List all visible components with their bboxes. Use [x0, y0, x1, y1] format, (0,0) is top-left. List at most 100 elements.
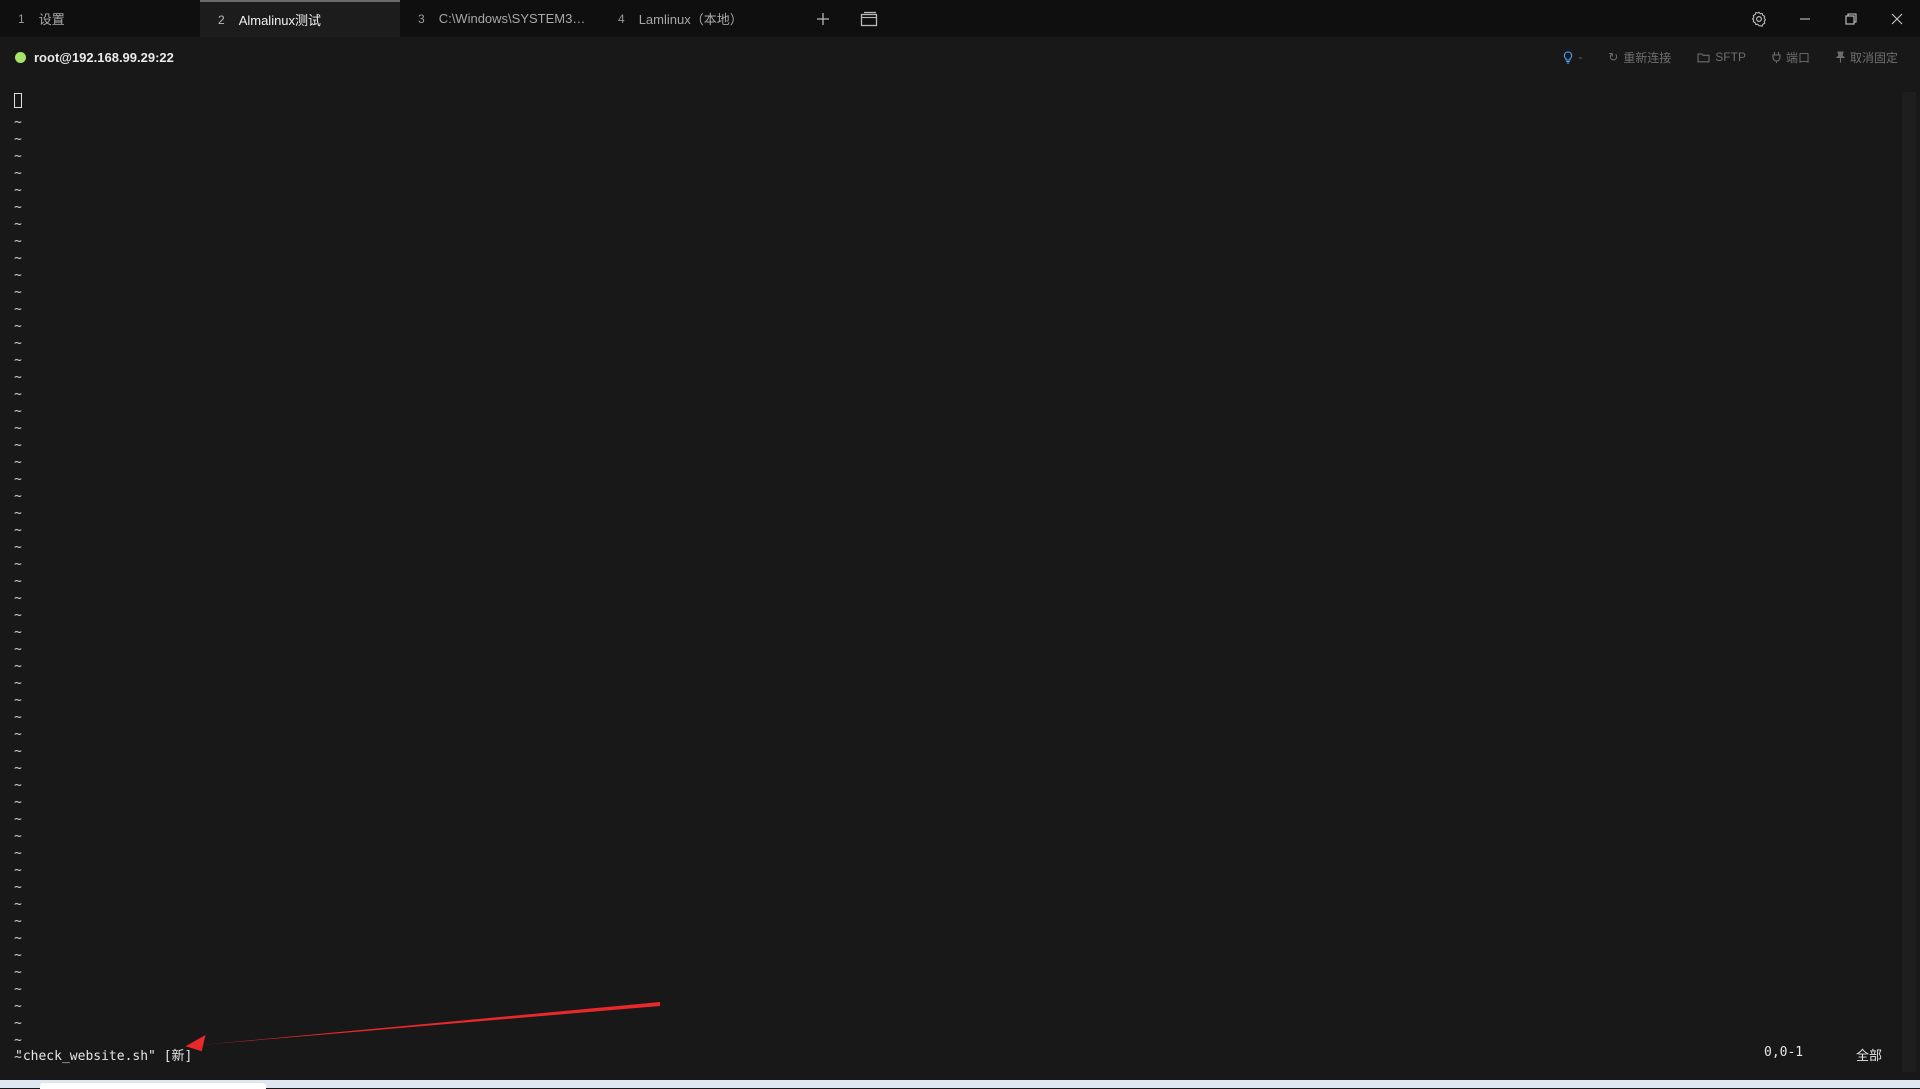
- tab-actions: [808, 0, 884, 37]
- vim-tilde-line: ~: [14, 880, 22, 895]
- vim-tilde-line: ~: [14, 1016, 22, 1031]
- sftp-button[interactable]: SFTP: [1697, 50, 1746, 64]
- window-controls: [1736, 0, 1920, 37]
- vim-tilde-line: ~: [14, 710, 22, 725]
- vim-tilde-line: ~: [14, 472, 22, 487]
- windows-icon[interactable]: [854, 4, 884, 34]
- vim-tilde-line: ~: [14, 965, 22, 980]
- vim-tilde-line: ~: [14, 234, 22, 249]
- vim-tilde-line: ~: [14, 744, 22, 759]
- vim-tilde-line: ~: [14, 574, 22, 589]
- vim-tilde-line: ~: [14, 404, 22, 419]
- reconnect-label: 重新连接: [1623, 50, 1672, 65]
- text-cursor: [14, 93, 22, 108]
- vim-tilde-line: ~: [14, 319, 22, 334]
- vim-tilde-line: ~: [14, 982, 22, 997]
- vim-tilde-line: ~: [14, 166, 22, 181]
- vim-tilde-line: ~: [14, 812, 22, 827]
- vim-tilde-line: ~: [14, 149, 22, 164]
- tab-windows-system32[interactable]: 3 C:\Windows\SYSTEM3…: [400, 0, 600, 37]
- vim-tilde-line: ~: [14, 183, 22, 198]
- taskbar-item[interactable]: [40, 1083, 266, 1089]
- vim-tilde-line: ~: [14, 421, 22, 436]
- tab-number: 1: [18, 11, 25, 26]
- tab-bar: 1 设置 2 Almalinux测试 3 C:\Windows\SYSTEM3……: [0, 0, 1920, 37]
- plug-icon: [1772, 52, 1781, 63]
- refresh-icon: ↻: [1608, 50, 1619, 64]
- tab-lamlinux[interactable]: 4 Lamlinux（本地）: [600, 0, 800, 37]
- tab-number: 4: [618, 11, 625, 26]
- vim-tilde-line: ~: [14, 438, 22, 453]
- plus-icon[interactable]: [808, 4, 838, 34]
- vim-tilde-line: ~: [14, 115, 22, 130]
- vim-tilde-line: ~: [14, 251, 22, 266]
- vim-tilde-line: ~: [14, 455, 22, 470]
- tab-label: 设置: [38, 12, 65, 27]
- session-toolbar: - ↻ 重新连接 SFTP 端口 取消固定: [1563, 37, 1898, 77]
- minimize-icon[interactable]: [1782, 0, 1828, 37]
- vim-tilde-line: ~: [14, 557, 22, 572]
- session-host: root@192.168.99.29:22: [34, 49, 174, 65]
- vim-tilde-line: ~: [14, 795, 22, 810]
- vim-tilde-line: ~: [14, 489, 22, 504]
- vim-tilde-line: ~: [14, 846, 22, 861]
- vim-tilde-line: ~: [14, 336, 22, 351]
- vim-tilde-line: ~: [14, 999, 22, 1014]
- vim-tilde-line: ~: [14, 591, 22, 606]
- vim-tilde-line: ~: [14, 659, 22, 674]
- vim-tilde-line: ~: [14, 353, 22, 368]
- tab-label: C:\Windows\SYSTEM3…: [438, 11, 586, 26]
- folder-icon: [1697, 52, 1710, 62]
- tab-label: Almalinux测试: [238, 13, 322, 28]
- vim-tilde-line: ~: [14, 778, 22, 793]
- vim-tilde-line: ~: [14, 387, 22, 402]
- taskbar-strip: [0, 1080, 1920, 1089]
- port-label: 端口: [1785, 50, 1810, 65]
- unpin-label: 取消固定: [1849, 50, 1898, 65]
- vim-tilde-line: ~: [14, 608, 22, 623]
- bulb-button[interactable]: -: [1563, 50, 1582, 64]
- tab-settings[interactable]: 1 设置: [0, 0, 200, 37]
- vim-tilde-line: ~: [14, 540, 22, 555]
- vim-empty-lines: ~ ~ ~ ~ ~ ~ ~ ~ ~ ~ ~ ~ ~ ~ ~ ~ ~ ~ ~ ~ ~ ~ ~ ~ ~ ~ ~ ~ ~ ~ ~ ~ ~ ~ ~ ~ ~ ~ ~ ~…: [14, 114, 22, 1066]
- vim-tilde-line: ~: [14, 897, 22, 912]
- unpin-button[interactable]: 取消固定: [1835, 49, 1898, 66]
- vim-tilde-line: ~: [14, 523, 22, 538]
- tab-label: Lamlinux（本地）: [638, 12, 743, 27]
- tab-number: 2: [218, 12, 225, 27]
- vim-tilde-line: ~: [14, 676, 22, 691]
- terminal-scrollbar[interactable]: [1902, 92, 1916, 1072]
- port-button[interactable]: 端口: [1772, 49, 1810, 66]
- pin-icon: [1835, 51, 1845, 63]
- vim-tilde-line: ~: [14, 948, 22, 963]
- vim-tilde-line: ~: [14, 727, 22, 742]
- sftp-label: SFTP: [1715, 50, 1746, 64]
- vim-tilde-line: ~: [14, 506, 22, 521]
- gear-icon[interactable]: [1736, 0, 1782, 37]
- vim-tilde-line: ~: [14, 931, 22, 946]
- terminal-pane[interactable]: ~ ~ ~ ~ ~ ~ ~ ~ ~ ~ ~ ~ ~ ~ ~ ~ ~ ~ ~ ~ ~ ~ ~ ~ ~ ~ ~ ~ ~ ~ ~ ~ ~ ~ ~ ~ ~ ~ ~ ~…: [0, 77, 1896, 1080]
- vim-tilde-line: ~: [14, 625, 22, 640]
- bulb-icon: [1564, 50, 1573, 64]
- reconnect-button[interactable]: ↻ 重新连接: [1608, 49, 1671, 66]
- connection-status-dot: [15, 51, 26, 63]
- vim-tilde-line: ~: [14, 863, 22, 878]
- vim-tilde-line: ~: [14, 761, 22, 776]
- vim-tilde-line: ~: [14, 268, 22, 283]
- close-icon[interactable]: [1874, 0, 1920, 37]
- tab-almalinux[interactable]: 2 Almalinux测试: [200, 0, 400, 37]
- vim-tilde-line: ~: [14, 914, 22, 929]
- vim-status-scroll: 全部: [1856, 1049, 1883, 1064]
- vim-tilde-line: ~: [14, 370, 22, 385]
- vim-tilde-line: ~: [14, 132, 22, 147]
- vim-tilde-line: ~: [14, 829, 22, 844]
- vim-tilde-line: ~: [14, 200, 22, 215]
- vim-tilde-line: ~: [14, 302, 22, 317]
- session-header: root@192.168.99.29:22 - ↻ 重新连接 SFTP 端口 取…: [0, 37, 1920, 77]
- vim-tilde-line: ~: [14, 285, 22, 300]
- restore-icon[interactable]: [1828, 0, 1874, 37]
- vim-tilde-line: ~: [14, 642, 22, 657]
- vim-tilde-line: ~: [14, 693, 22, 708]
- bulb-label: -: [1578, 50, 1583, 64]
- tab-number: 3: [418, 11, 425, 26]
